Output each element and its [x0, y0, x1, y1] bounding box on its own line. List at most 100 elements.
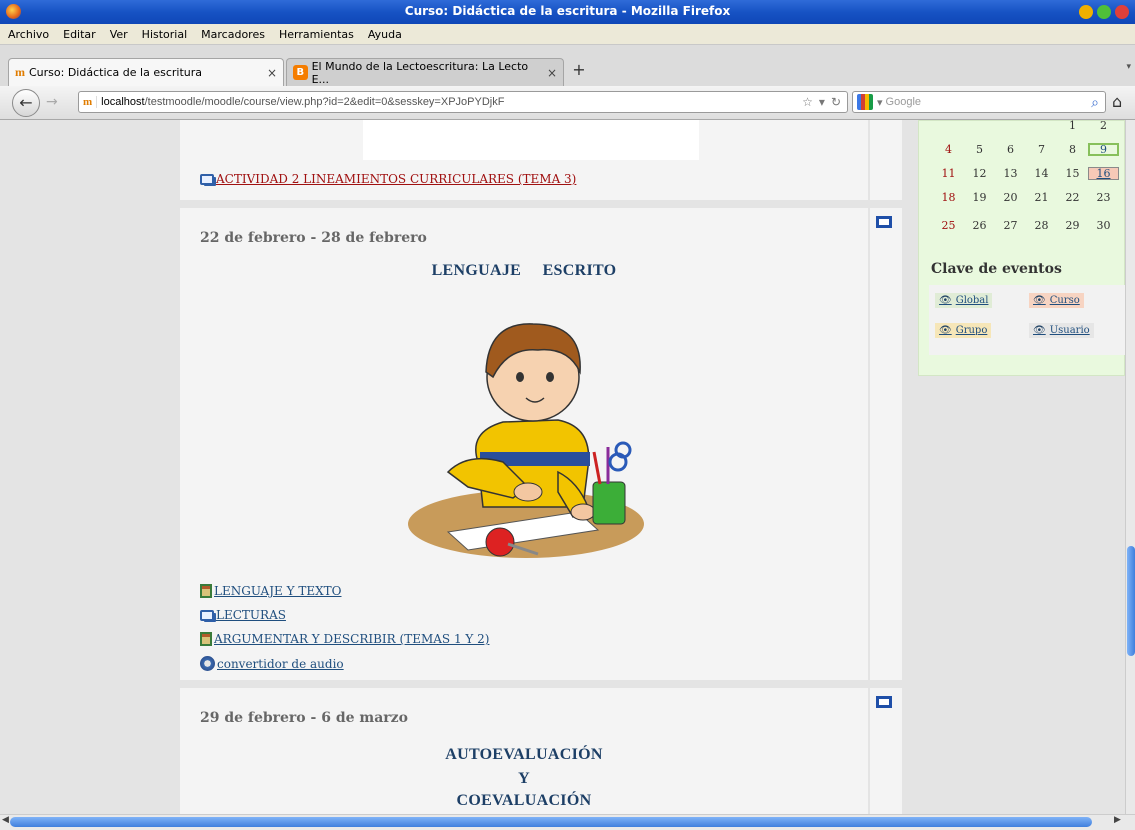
events-key-curso[interactable]: 👁 Curso — [1029, 293, 1084, 308]
new-tab-button[interactable]: + — [566, 58, 592, 84]
calendar-day[interactable]: 20 — [995, 191, 1026, 204]
menu-ver[interactable]: Ver — [110, 28, 128, 41]
calendar-day[interactable]: 26 — [964, 219, 995, 232]
calendar-week-row: 4 5 6 7 8 9 10 — [933, 143, 1125, 156]
close-window-button[interactable] — [1115, 5, 1129, 19]
calendar-day-event[interactable]: 16 — [1088, 167, 1119, 180]
activity-link-lenguaje-texto[interactable]: LENGUAJE Y TEXTO — [200, 584, 342, 598]
show-only-section-icon[interactable] — [876, 696, 892, 708]
events-key-box: 👁 Global 👁 Curso 👁 Grupo 👁 Usuario — [929, 285, 1125, 355]
calendar-block: 1 2 3 4 5 6 7 8 9 10 11 12 13 14 15 16 1… — [918, 120, 1125, 376]
events-key-usuario[interactable]: 👁 Usuario — [1029, 323, 1094, 338]
calendar-day[interactable]: 5 — [964, 143, 995, 156]
calendar-day[interactable]: 21 — [1026, 191, 1057, 204]
section-heading: LENGUAJE ESCRITO — [431, 262, 617, 279]
course-section-prev: ACTIVIDAD 2 LINEAMIENTOS CURRICULARES (T… — [180, 120, 868, 200]
search-magnifier-icon[interactable]: ⌕ — [1091, 94, 1105, 111]
calendar-day[interactable]: 14 — [1026, 167, 1057, 180]
url-bar[interactable]: m localhost /testmoodle/moodle/course/vi… — [78, 91, 848, 113]
blogger-icon: B — [293, 65, 308, 80]
forum-icon — [200, 609, 214, 621]
events-key-label: Curso — [1049, 295, 1080, 306]
site-identity-icon[interactable]: m — [83, 96, 98, 108]
calendar-day[interactable]: 22 — [1057, 191, 1088, 204]
horizontal-scrollbar-thumb[interactable] — [10, 817, 1092, 827]
events-key-global[interactable]: 👁 Global — [935, 293, 993, 308]
child-writing-illustration — [408, 323, 644, 558]
events-key-grupo[interactable]: 👁 Grupo — [935, 323, 992, 338]
search-bar[interactable]: ▾ Google ⌕ — [852, 91, 1106, 113]
window-titlebar: Curso: Didáctica de la escritura - Mozil… — [0, 0, 1135, 24]
calendar-day[interactable]: 1 — [1057, 120, 1088, 132]
calendar-day[interactable]: 23 — [1088, 191, 1119, 204]
calendar-day[interactable]: 6 — [995, 143, 1026, 156]
scroll-right-arrow-icon[interactable]: ▶ — [1114, 815, 1121, 825]
menu-marcadores[interactable]: Marcadores — [201, 28, 265, 41]
dropdown-arrow-icon[interactable]: ▾ — [819, 95, 825, 109]
calendar-day[interactable]: 27 — [995, 219, 1026, 232]
activity-label: LECTURAS — [216, 608, 286, 622]
calendar-day[interactable]: 2 — [1088, 120, 1119, 132]
calendar-day[interactable]: 4 — [933, 143, 964, 156]
forum-icon — [200, 173, 214, 185]
tab-curso[interactable]: m Curso: Didáctica de la escritura × — [8, 58, 284, 86]
activity-link-lecturas[interactable]: LECTURAS — [200, 608, 286, 622]
calendar-day[interactable]: 30 — [1088, 219, 1119, 232]
eye-icon[interactable]: 👁 — [939, 295, 952, 306]
calendar-day[interactable]: 19 — [964, 191, 995, 204]
eye-icon[interactable]: 👁 — [1033, 325, 1046, 336]
section-date: 29 de febrero - 6 de marzo — [200, 710, 408, 726]
maximize-button[interactable] — [1097, 5, 1111, 19]
scroll-left-arrow-icon[interactable]: ◀ — [2, 815, 9, 825]
vertical-scrollbar-thumb[interactable] — [1127, 546, 1135, 656]
show-only-section-icon[interactable] — [876, 216, 892, 228]
activity-label: ARGUMENTAR Y DESCRIBIR (TEMAS 1 Y 2) — [214, 632, 490, 646]
calendar-day[interactable]: 12 — [964, 167, 995, 180]
back-button[interactable]: ← — [12, 89, 40, 117]
page-viewport: ACTIVIDAD 2 LINEAMIENTOS CURRICULARES (T… — [0, 120, 1125, 814]
calendar-day[interactable]: 28 — [1026, 219, 1057, 232]
search-engine-dropdown-icon[interactable]: ▾ — [877, 96, 883, 109]
forward-button[interactable]: → — [46, 94, 58, 110]
calendar-day[interactable]: 18 — [933, 191, 964, 204]
calendar-day[interactable]: 7 — [1026, 143, 1057, 156]
activity-label: LENGUAJE Y TEXTO — [214, 584, 342, 598]
url-path: /testmoodle/moodle/course/view.php?id=2&… — [144, 96, 505, 108]
menu-herramientas[interactable]: Herramientas — [279, 28, 354, 41]
activity-link-lineamientos[interactable]: ACTIVIDAD 2 LINEAMIENTOS CURRICULARES (T… — [200, 172, 576, 186]
calendar-day[interactable]: 11 — [933, 167, 964, 180]
calendar-week-row: 25 26 27 28 29 30 31 — [933, 219, 1125, 232]
activity-link-argumentar[interactable]: ARGUMENTAR Y DESCRIBIR (TEMAS 1 Y 2) — [200, 632, 489, 646]
calendar-day[interactable]: 25 — [933, 219, 964, 232]
activity-link-convertidor-audio[interactable]: convertidor de audio — [200, 656, 344, 671]
vertical-scrollbar[interactable] — [1125, 120, 1135, 814]
minimize-button[interactable] — [1079, 5, 1093, 19]
bookmark-star-icon[interactable]: ☆ — [802, 95, 813, 109]
events-key-label: Grupo — [955, 325, 988, 336]
search-engine-icon[interactable] — [857, 94, 873, 110]
calendar-day[interactable]: 8 — [1057, 143, 1088, 156]
home-icon[interactable]: ⌂ — [1112, 92, 1122, 111]
calendar-day[interactable]: 13 — [995, 167, 1026, 180]
tab-list-arrow-icon[interactable]: ▾ — [1126, 62, 1131, 72]
close-tab-icon[interactable]: × — [267, 66, 277, 80]
eye-icon[interactable]: 👁 — [939, 325, 952, 336]
tab-blog[interactable]: B El Mundo de la Lectoescritura: La Lect… — [286, 58, 564, 86]
reload-icon[interactable]: ↻ — [831, 95, 841, 109]
page-icon — [200, 584, 212, 598]
search-input[interactable]: Google — [886, 96, 921, 108]
menu-archivo[interactable]: Archivo — [8, 28, 49, 41]
close-tab-icon[interactable]: × — [547, 66, 557, 80]
calendar-day-today[interactable]: 9 — [1088, 143, 1119, 156]
window-title: Curso: Didáctica de la escritura - Mozil… — [404, 4, 731, 18]
window-controls — [1079, 5, 1129, 19]
menu-editar[interactable]: Editar — [63, 28, 96, 41]
eye-icon[interactable]: 👁 — [1033, 295, 1046, 306]
menu-historial[interactable]: Historial — [142, 28, 187, 41]
content-white-box — [363, 120, 699, 160]
section-side-column — [870, 120, 902, 200]
menu-ayuda[interactable]: Ayuda — [368, 28, 402, 41]
calendar-day[interactable]: 15 — [1057, 167, 1088, 180]
moodle-icon: m — [15, 65, 25, 79]
calendar-day[interactable]: 29 — [1057, 219, 1088, 232]
